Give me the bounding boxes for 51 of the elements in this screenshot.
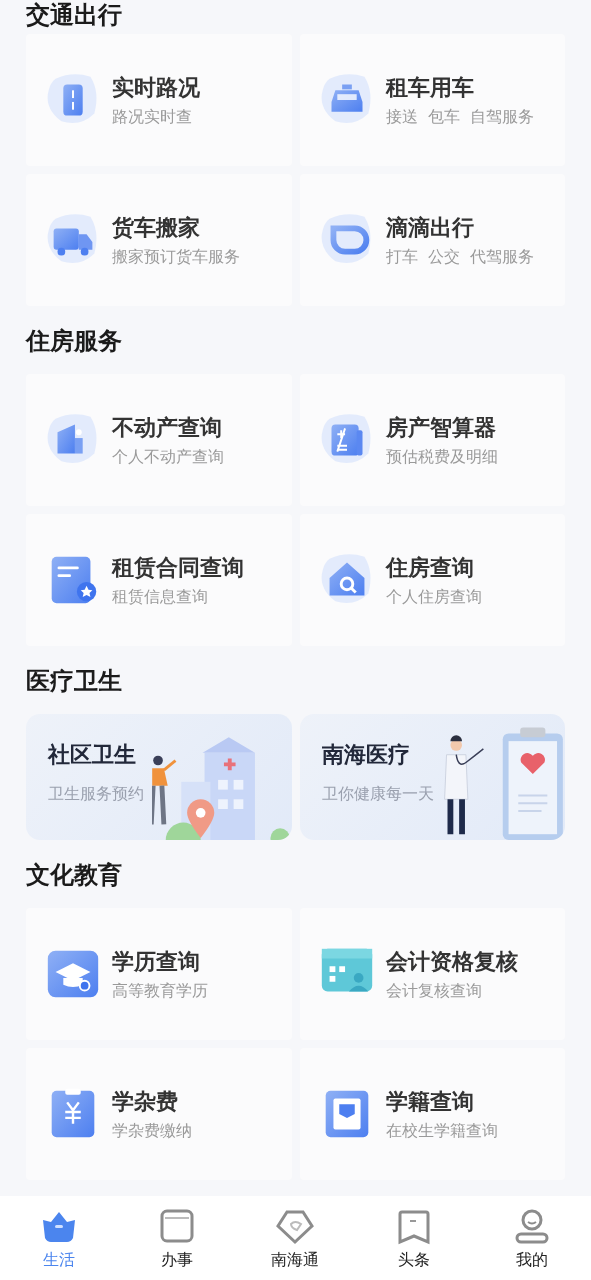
nav-tab[interactable]: 办事 [137,1205,218,1271]
service-card[interactable]: 学籍查询 在校生学籍查询 [299,1048,565,1180]
nav-tab[interactable]: 生活 [19,1205,100,1271]
service-card[interactable]: 学历查询 高等教育学历 [26,908,292,1040]
service-card[interactable]: 不动产查询 个人不动产查询 [26,374,292,506]
service-title: 学杂费 [112,1087,179,1116]
nav-tab[interactable]: 头条 [373,1205,454,1271]
service-card[interactable]: 学杂费 学杂费缴纳 [26,1048,292,1180]
service-title: 房产智算器 [385,413,497,442]
service-title: 不动产查询 [112,413,223,442]
service-subtitle: 路况实时查 [112,106,193,128]
service-title: 租赁合同查询 [112,553,244,582]
service-subtitle: 预估税费及明细 [385,446,498,468]
service-card[interactable]: 滴滴出行 打车 公交 代驾服务 [299,174,565,306]
banner-title: 社区卫生 [48,741,137,769]
service-card[interactable]: 会计资格复核 会计复核查询 [299,908,565,1040]
banner-subtitle: 卫生服务预约 [48,784,144,805]
service-subtitle: 个人不动产查询 [112,446,224,468]
service-card[interactable]: 房产智算器 预估税费及明细 [299,374,565,506]
service-title: 实时路况 [112,73,200,102]
service-title: 住房查询 [385,553,475,582]
service-title: 租车用车 [385,73,475,102]
banner-title: 南海医疗 [321,741,411,769]
service-subtitle: 搬家预订货车服务 [112,246,240,268]
section-title: 交通出行 [26,0,123,30]
nav-tab[interactable]: 南海通 [255,1205,336,1271]
service-subtitle: 个人住房查询 [385,586,482,608]
banner-card[interactable]: 南海医疗 卫你健康每一天 [299,714,565,840]
service-card[interactable]: 租车用车 接送 包车 自驾服务 [299,34,565,166]
section-title: 医疗卫生 [26,666,123,696]
service-subtitle: 接送 包车 自驾服务 [385,106,534,128]
service-card[interactable]: 住房查询 个人住房查询 [299,514,565,646]
service-subtitle: 在校生学籍查询 [385,1120,498,1142]
service-title: 货车搬家 [112,213,201,242]
service-title: 学历查询 [112,947,201,976]
service-card[interactable]: 租赁合同查询 租赁信息查询 [26,514,292,646]
service-subtitle: 打车 公交 代驾服务 [385,246,534,268]
section-title: 文化教育 [26,860,123,890]
service-card[interactable]: 实时路况 路况实时查 [26,34,292,166]
service-subtitle: 会计复核查询 [385,980,483,1002]
section-title: 住房服务 [26,326,123,356]
banner-subtitle: 卫你健康每一天 [321,784,434,805]
service-subtitle: 高等教育学历 [112,980,208,1002]
service-title: 会计资格复核 [385,947,518,976]
service-card[interactable]: 货车搬家 搬家预订货车服务 [26,174,292,306]
nav-tab[interactable]: 我的 [491,1205,572,1271]
service-title: 滴滴出行 [385,213,475,242]
service-subtitle: 租赁信息查询 [112,586,209,608]
banner-card[interactable]: 社区卫生 卫生服务预约 [26,714,292,840]
service-title: 学籍查询 [385,1087,475,1116]
service-subtitle: 学杂费缴纳 [112,1120,192,1142]
